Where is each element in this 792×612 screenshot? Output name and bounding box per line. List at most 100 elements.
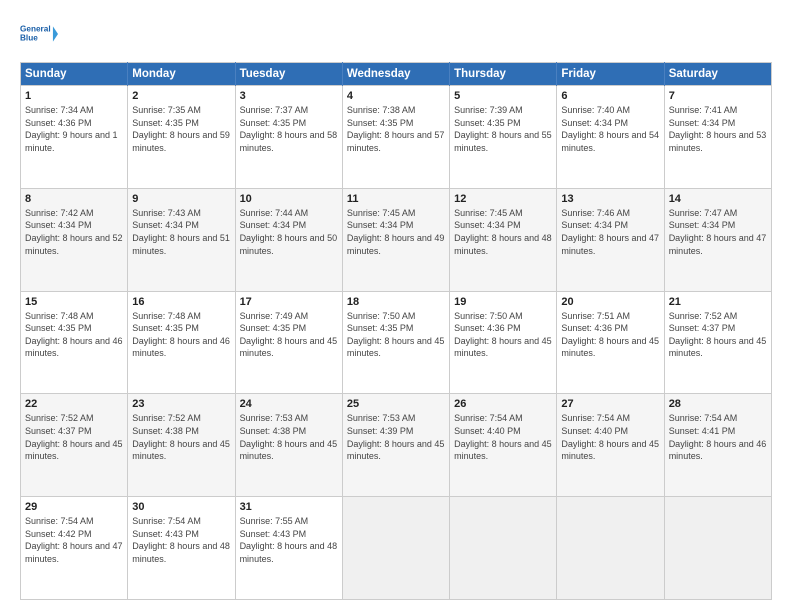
weekday-header: Wednesday: [342, 63, 449, 86]
day-detail: Sunrise: 7:42 AMSunset: 4:34 PMDaylight:…: [25, 208, 123, 256]
day-number: 4: [347, 90, 445, 102]
day-number: 28: [669, 398, 767, 410]
calendar-day-cell: 6 Sunrise: 7:40 AMSunset: 4:34 PMDayligh…: [557, 86, 664, 189]
day-detail: Sunrise: 7:44 AMSunset: 4:34 PMDaylight:…: [240, 208, 338, 256]
day-number: 2: [132, 90, 230, 102]
svg-text:General: General: [20, 24, 51, 33]
calendar-day-cell: 10 Sunrise: 7:44 AMSunset: 4:34 PMDaylig…: [235, 188, 342, 291]
day-number: 19: [454, 296, 552, 308]
calendar-day-cell: 27 Sunrise: 7:54 AMSunset: 4:40 PMDaylig…: [557, 394, 664, 497]
calendar-day-cell: 13 Sunrise: 7:46 AMSunset: 4:34 PMDaylig…: [557, 188, 664, 291]
day-number: 24: [240, 398, 338, 410]
svg-text:Blue: Blue: [20, 33, 38, 42]
weekday-header: Thursday: [450, 63, 557, 86]
day-detail: Sunrise: 7:53 AMSunset: 4:39 PMDaylight:…: [347, 413, 445, 461]
calendar-day-cell: 25 Sunrise: 7:53 AMSunset: 4:39 PMDaylig…: [342, 394, 449, 497]
day-detail: Sunrise: 7:37 AMSunset: 4:35 PMDaylight:…: [240, 105, 338, 153]
calendar-day-cell: 30 Sunrise: 7:54 AMSunset: 4:43 PMDaylig…: [128, 497, 235, 600]
day-number: 14: [669, 193, 767, 205]
day-number: 16: [132, 296, 230, 308]
day-number: 11: [347, 193, 445, 205]
calendar-day-cell: 15 Sunrise: 7:48 AMSunset: 4:35 PMDaylig…: [21, 291, 128, 394]
calendar-week-row: 22 Sunrise: 7:52 AMSunset: 4:37 PMDaylig…: [21, 394, 772, 497]
day-number: 27: [561, 398, 659, 410]
calendar-day-cell: 9 Sunrise: 7:43 AMSunset: 4:34 PMDayligh…: [128, 188, 235, 291]
day-detail: Sunrise: 7:38 AMSunset: 4:35 PMDaylight:…: [347, 105, 445, 153]
calendar-day-cell: 8 Sunrise: 7:42 AMSunset: 4:34 PMDayligh…: [21, 188, 128, 291]
calendar-week-row: 8 Sunrise: 7:42 AMSunset: 4:34 PMDayligh…: [21, 188, 772, 291]
weekday-header: Monday: [128, 63, 235, 86]
calendar-day-cell: [450, 497, 557, 600]
calendar-day-cell: 26 Sunrise: 7:54 AMSunset: 4:40 PMDaylig…: [450, 394, 557, 497]
day-number: 17: [240, 296, 338, 308]
day-number: 26: [454, 398, 552, 410]
calendar-day-cell: 31 Sunrise: 7:55 AMSunset: 4:43 PMDaylig…: [235, 497, 342, 600]
weekday-header: Tuesday: [235, 63, 342, 86]
day-number: 25: [347, 398, 445, 410]
day-detail: Sunrise: 7:49 AMSunset: 4:35 PMDaylight:…: [240, 311, 338, 359]
calendar-day-cell: 21 Sunrise: 7:52 AMSunset: 4:37 PMDaylig…: [664, 291, 771, 394]
day-number: 21: [669, 296, 767, 308]
calendar-day-cell: 20 Sunrise: 7:51 AMSunset: 4:36 PMDaylig…: [557, 291, 664, 394]
day-number: 20: [561, 296, 659, 308]
calendar-day-cell: 2 Sunrise: 7:35 AMSunset: 4:35 PMDayligh…: [128, 86, 235, 189]
calendar-day-cell: [557, 497, 664, 600]
day-number: 7: [669, 90, 767, 102]
day-detail: Sunrise: 7:53 AMSunset: 4:38 PMDaylight:…: [240, 413, 338, 461]
day-number: 31: [240, 501, 338, 513]
calendar-day-cell: 18 Sunrise: 7:50 AMSunset: 4:35 PMDaylig…: [342, 291, 449, 394]
day-detail: Sunrise: 7:51 AMSunset: 4:36 PMDaylight:…: [561, 311, 659, 359]
day-number: 9: [132, 193, 230, 205]
day-number: 12: [454, 193, 552, 205]
day-detail: Sunrise: 7:45 AMSunset: 4:34 PMDaylight:…: [454, 208, 552, 256]
day-detail: Sunrise: 7:34 AMSunset: 4:36 PMDaylight:…: [25, 105, 118, 153]
calendar-day-cell: 29 Sunrise: 7:54 AMSunset: 4:42 PMDaylig…: [21, 497, 128, 600]
day-detail: Sunrise: 7:50 AMSunset: 4:36 PMDaylight:…: [454, 311, 552, 359]
day-number: 10: [240, 193, 338, 205]
day-detail: Sunrise: 7:54 AMSunset: 4:40 PMDaylight:…: [561, 413, 659, 461]
day-number: 13: [561, 193, 659, 205]
day-detail: Sunrise: 7:54 AMSunset: 4:40 PMDaylight:…: [454, 413, 552, 461]
day-number: 23: [132, 398, 230, 410]
calendar-day-cell: 24 Sunrise: 7:53 AMSunset: 4:38 PMDaylig…: [235, 394, 342, 497]
calendar-day-cell: 23 Sunrise: 7:52 AMSunset: 4:38 PMDaylig…: [128, 394, 235, 497]
weekday-header: Sunday: [21, 63, 128, 86]
calendar-week-row: 15 Sunrise: 7:48 AMSunset: 4:35 PMDaylig…: [21, 291, 772, 394]
day-detail: Sunrise: 7:47 AMSunset: 4:34 PMDaylight:…: [669, 208, 767, 256]
day-number: 30: [132, 501, 230, 513]
calendar-day-cell: 14 Sunrise: 7:47 AMSunset: 4:34 PMDaylig…: [664, 188, 771, 291]
day-detail: Sunrise: 7:52 AMSunset: 4:37 PMDaylight:…: [25, 413, 123, 461]
day-detail: Sunrise: 7:41 AMSunset: 4:34 PMDaylight:…: [669, 105, 767, 153]
calendar-day-cell: 3 Sunrise: 7:37 AMSunset: 4:35 PMDayligh…: [235, 86, 342, 189]
day-number: 6: [561, 90, 659, 102]
day-number: 5: [454, 90, 552, 102]
calendar-week-row: 29 Sunrise: 7:54 AMSunset: 4:42 PMDaylig…: [21, 497, 772, 600]
day-number: 18: [347, 296, 445, 308]
day-detail: Sunrise: 7:35 AMSunset: 4:35 PMDaylight:…: [132, 105, 230, 153]
day-detail: Sunrise: 7:54 AMSunset: 4:43 PMDaylight:…: [132, 516, 230, 564]
day-detail: Sunrise: 7:40 AMSunset: 4:34 PMDaylight:…: [561, 105, 659, 153]
calendar-week-row: 1 Sunrise: 7:34 AMSunset: 4:36 PMDayligh…: [21, 86, 772, 189]
weekday-header: Saturday: [664, 63, 771, 86]
day-number: 3: [240, 90, 338, 102]
day-detail: Sunrise: 7:52 AMSunset: 4:38 PMDaylight:…: [132, 413, 230, 461]
day-detail: Sunrise: 7:54 AMSunset: 4:41 PMDaylight:…: [669, 413, 767, 461]
weekday-header: Friday: [557, 63, 664, 86]
calendar-table: SundayMondayTuesdayWednesdayThursdayFrid…: [20, 62, 772, 600]
day-number: 15: [25, 296, 123, 308]
calendar-day-cell: 12 Sunrise: 7:45 AMSunset: 4:34 PMDaylig…: [450, 188, 557, 291]
calendar-day-cell: 11 Sunrise: 7:45 AMSunset: 4:34 PMDaylig…: [342, 188, 449, 291]
calendar-day-cell: 22 Sunrise: 7:52 AMSunset: 4:37 PMDaylig…: [21, 394, 128, 497]
day-detail: Sunrise: 7:54 AMSunset: 4:42 PMDaylight:…: [25, 516, 123, 564]
calendar-day-cell: [664, 497, 771, 600]
calendar-day-cell: 17 Sunrise: 7:49 AMSunset: 4:35 PMDaylig…: [235, 291, 342, 394]
calendar-day-cell: 19 Sunrise: 7:50 AMSunset: 4:36 PMDaylig…: [450, 291, 557, 394]
day-detail: Sunrise: 7:48 AMSunset: 4:35 PMDaylight:…: [25, 311, 123, 359]
day-detail: Sunrise: 7:45 AMSunset: 4:34 PMDaylight:…: [347, 208, 445, 256]
calendar-header-row: SundayMondayTuesdayWednesdayThursdayFrid…: [21, 63, 772, 86]
day-detail: Sunrise: 7:50 AMSunset: 4:35 PMDaylight:…: [347, 311, 445, 359]
day-detail: Sunrise: 7:39 AMSunset: 4:35 PMDaylight:…: [454, 105, 552, 153]
day-detail: Sunrise: 7:52 AMSunset: 4:37 PMDaylight:…: [669, 311, 767, 359]
day-number: 29: [25, 501, 123, 513]
calendar-day-cell: 7 Sunrise: 7:41 AMSunset: 4:34 PMDayligh…: [664, 86, 771, 189]
